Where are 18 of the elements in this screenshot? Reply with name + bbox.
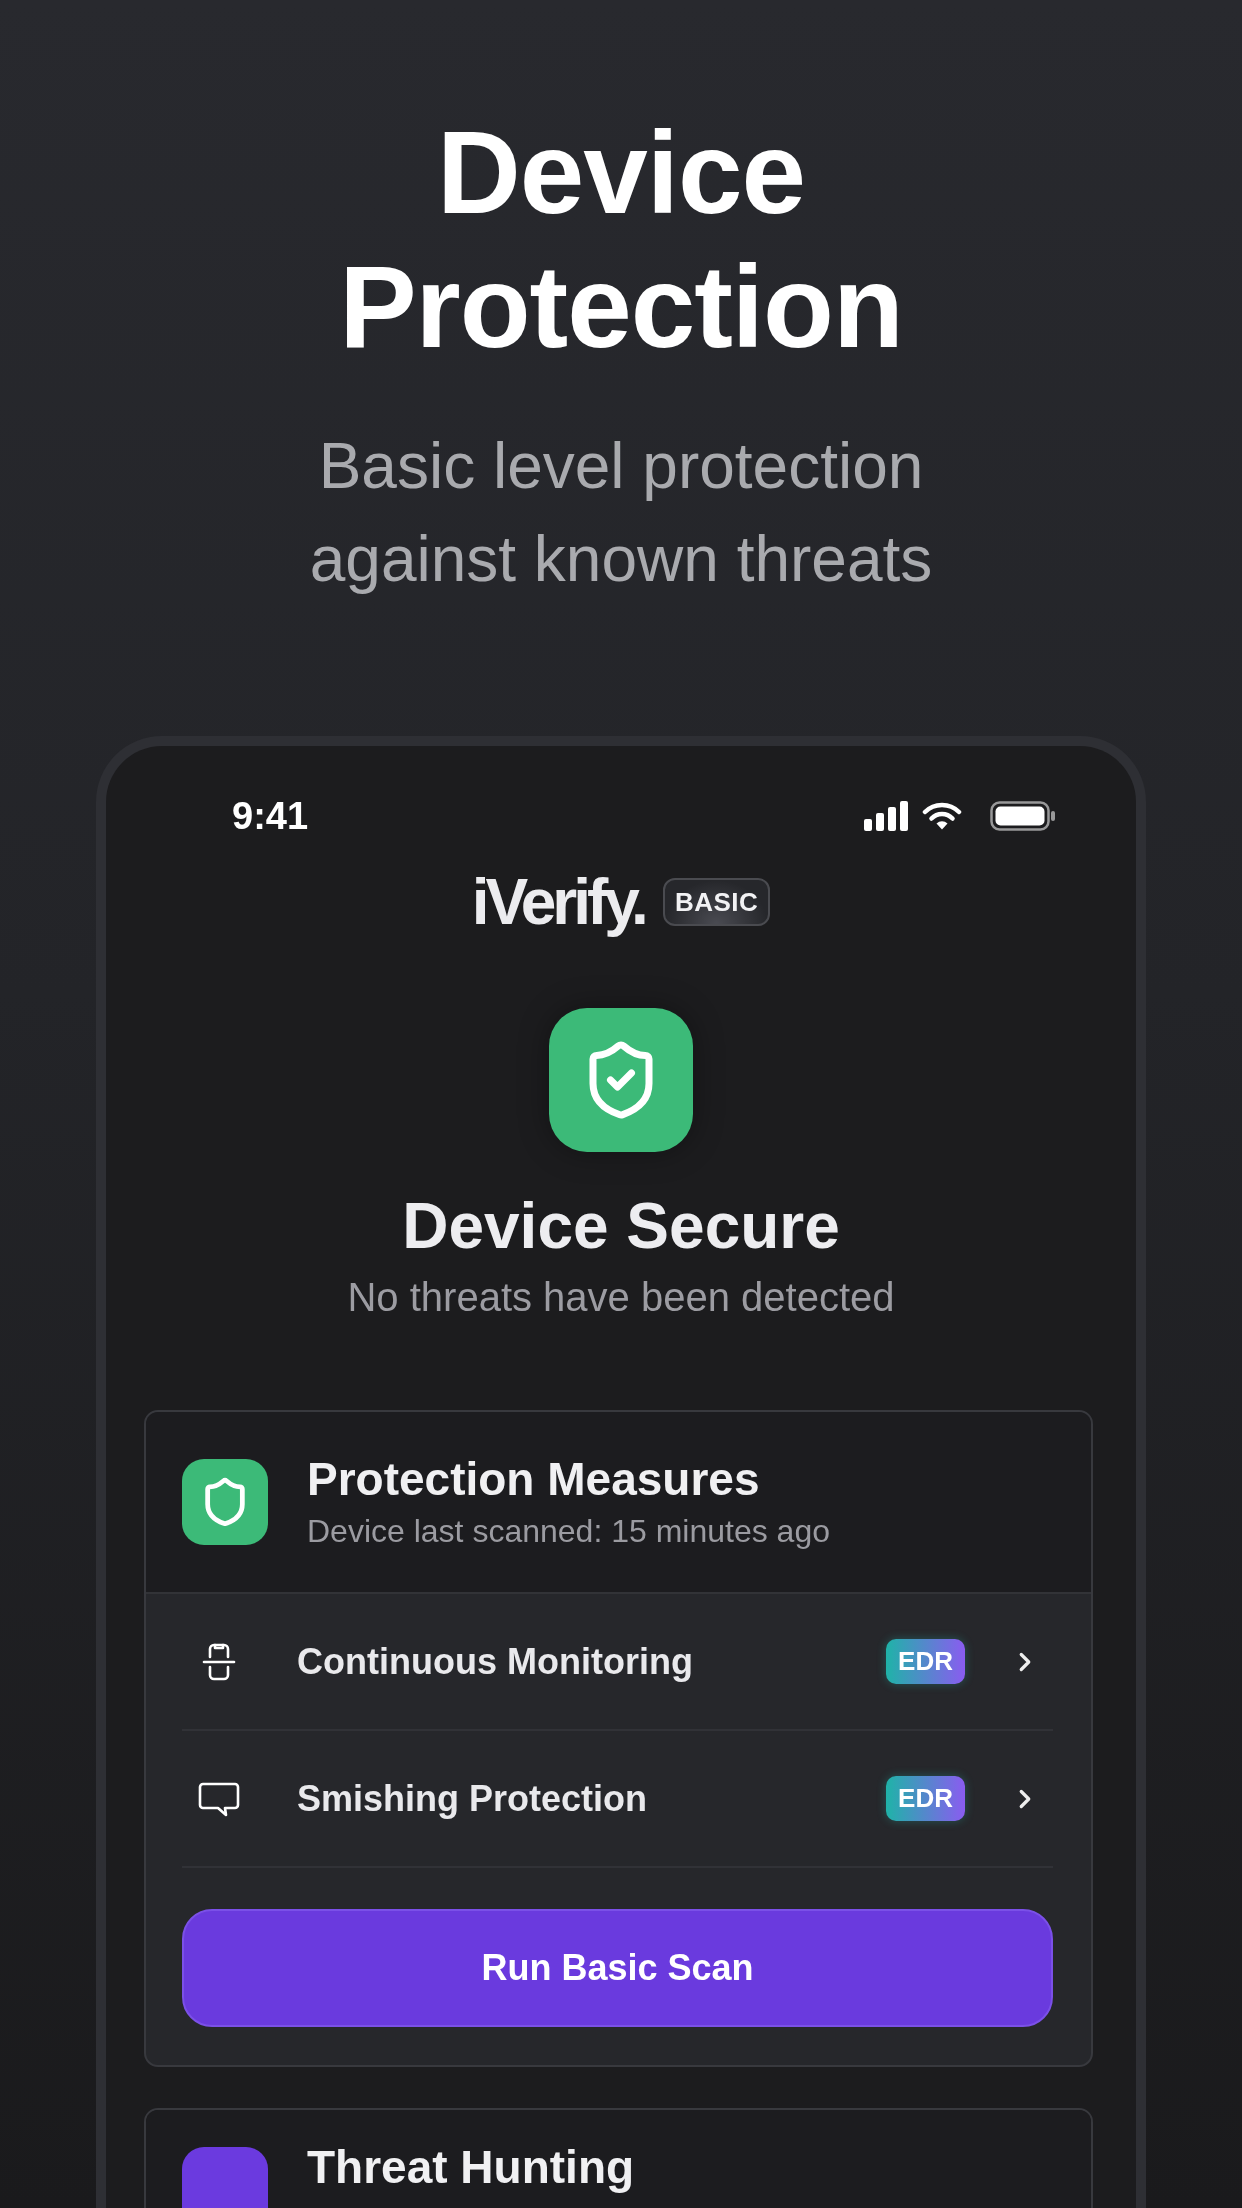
edr-badge: EDR bbox=[886, 1639, 965, 1684]
measure-label[interactable]: Smishing Protection bbox=[297, 1777, 887, 1820]
card-subtitle: Device last scanned: 15 minutes ago bbox=[307, 1512, 830, 1551]
status-title: Device Secure bbox=[402, 1189, 840, 1264]
run-scan-button[interactable]: Run Basic Scan bbox=[182, 1909, 1053, 2027]
page-subtitle: Basic level protection against known threats bbox=[308, 429, 934, 597]
page-title: Device Protection bbox=[338, 107, 904, 374]
battery-icon bbox=[990, 801, 1056, 831]
edr-badge: EDR bbox=[886, 1776, 965, 1821]
status-time: 9:41 bbox=[232, 794, 309, 838]
measure-label[interactable]: Continuous Monitoring bbox=[297, 1640, 887, 1683]
signal-icon bbox=[864, 801, 908, 831]
status-subtitle: No threats have been detected bbox=[347, 1274, 895, 1321]
card-title: Protection Measures bbox=[307, 1452, 761, 1506]
wifi-icon bbox=[922, 801, 962, 831]
card-title: Threat Hunting bbox=[307, 2140, 635, 2194]
plan-badge: BASIC bbox=[662, 878, 771, 926]
shield-check-icon bbox=[549, 1008, 693, 1152]
